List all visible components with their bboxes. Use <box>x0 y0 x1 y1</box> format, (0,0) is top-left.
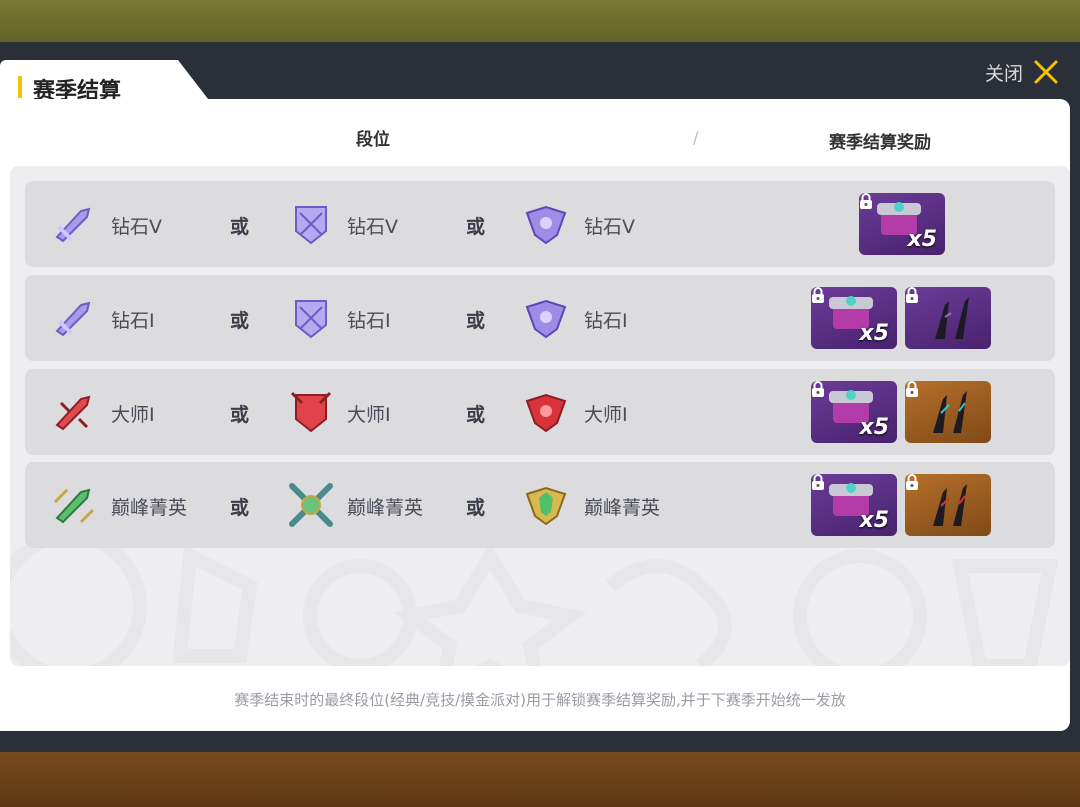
elite-shield-rank-icon <box>289 483 333 527</box>
column-header-reward: 赛季结算奖励 <box>829 133 931 153</box>
lock-icon <box>906 287 918 303</box>
reward-quantity: x5 <box>859 415 890 440</box>
reward-quantity: x5 <box>859 321 890 346</box>
lock-icon <box>812 474 824 490</box>
rank-label: 钻石I <box>111 310 155 332</box>
lock-icon <box>812 287 824 303</box>
lock-icon <box>906 381 918 397</box>
rank-label: 钻石V <box>347 216 398 238</box>
reward-chest[interactable]: x5 <box>811 287 897 349</box>
lock-icon <box>906 474 918 490</box>
rank-row-3: 大师I 或 大师I 或 大师I x5 <box>25 369 1055 455</box>
diamond-shield-rank-icon <box>295 206 327 245</box>
rank-label: 巅峰菁英 <box>347 497 424 519</box>
reward-chest[interactable]: x5 <box>859 193 945 255</box>
diamond-sword-rank-icon <box>55 207 91 243</box>
rank-label: 钻石I <box>347 310 391 332</box>
reward-claw[interactable] <box>905 474 991 536</box>
or-label: 或 <box>466 497 486 519</box>
lock-icon <box>860 193 872 209</box>
rank-label: 钻石V <box>111 216 162 238</box>
reward-quantity: x5 <box>859 508 890 533</box>
column-header-rank: 段位 <box>356 130 390 150</box>
diamond-crest-rank-icon <box>525 299 567 339</box>
or-label: 或 <box>466 216 486 238</box>
reward-chest[interactable]: x5 <box>811 381 897 443</box>
rank-label: 大师I <box>347 404 391 426</box>
background-watermark <box>10 546 1059 666</box>
diamond-shield-rank-icon <box>295 300 327 339</box>
diamond-crest-rank-icon <box>525 205 567 245</box>
master-sword-rank-icon <box>55 395 91 431</box>
master-crest-rank-icon <box>525 393 567 433</box>
close-icon[interactable] <box>1033 59 1059 85</box>
reward-chest[interactable]: x5 <box>811 474 897 536</box>
rank-label: 巅峰菁英 <box>111 497 188 519</box>
rank-row-2: 钻石I 或 钻石I 或 钻石I x5 <box>25 275 1055 361</box>
rank-label: 大师I <box>111 404 155 426</box>
or-label: 或 <box>466 310 486 332</box>
footer-note: 赛季结束时的最终段位(经典/竞技/摸金派对)用于解锁赛季结算奖励,并于下赛季开始… <box>234 691 846 709</box>
title-accent-bar <box>18 76 22 98</box>
lock-icon <box>812 381 824 397</box>
rank-row-4: 巅峰菁英 或 巅峰菁英 或 巅峰菁英 x5 <box>25 462 1055 548</box>
background-top <box>0 0 1080 44</box>
master-shield-rank-icon <box>290 391 332 433</box>
or-label: 或 <box>230 404 250 426</box>
reward-quantity: x5 <box>907 227 938 252</box>
rank-label: 大师I <box>584 404 628 426</box>
background-bottom <box>0 748 1080 807</box>
reward-claw[interactable] <box>905 381 991 443</box>
elite-crest-rank-icon <box>525 486 567 526</box>
rank-label: 钻石I <box>584 310 628 332</box>
or-label: 或 <box>230 497 250 519</box>
rank-label: 巅峰菁英 <box>584 497 661 519</box>
close-label: 关闭 <box>985 62 1024 85</box>
rank-label: 钻石V <box>584 216 635 238</box>
rank-row-1: 钻石V 或 钻石V 或 钻石V x5 <box>25 181 1055 267</box>
diamond-sword-rank-icon <box>55 301 91 337</box>
close-button[interactable]: 关闭 <box>985 58 1059 86</box>
or-label: 或 <box>230 310 250 332</box>
column-separator: / <box>693 128 699 147</box>
or-label: 或 <box>466 404 486 426</box>
or-label: 或 <box>230 216 250 238</box>
reward-claw[interactable] <box>905 287 991 349</box>
elite-sword-rank-icon <box>53 488 95 524</box>
